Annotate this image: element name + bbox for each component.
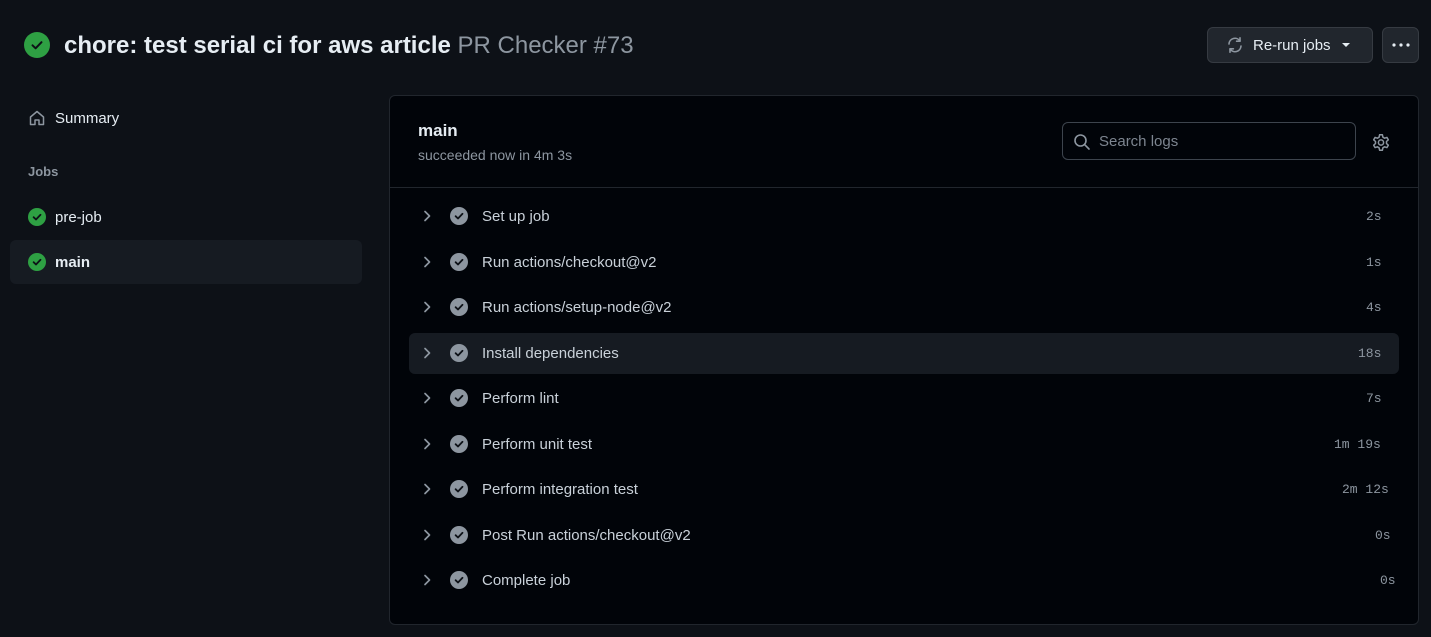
check-circle-icon (450, 389, 468, 407)
step-name: Post Run actions/checkout@v2 (482, 526, 691, 544)
check-circle-icon (28, 208, 46, 226)
step-list: Set up job 2s Run actions/checkout@v2 1s… (409, 196, 1399, 606)
step-name: Install dependencies (482, 344, 619, 362)
step-name: Perform unit test (482, 435, 593, 453)
chevron-right-icon (420, 573, 434, 587)
step-duration: 0s (1380, 573, 1396, 588)
chevron-right-icon (420, 528, 434, 542)
step-name: Perform lint (482, 390, 559, 407)
sidebar-item-pre-job[interactable]: pre-job (10, 195, 362, 239)
step-row[interactable]: Complete job 0s (409, 560, 1399, 601)
step-row[interactable]: Perform integration test 2m 12s (409, 469, 1399, 510)
search-logs-field[interactable] (1062, 122, 1356, 160)
run-success-icon (24, 32, 50, 58)
search-icon (1073, 133, 1091, 151)
step-duration: 4s (1366, 300, 1382, 315)
gear-icon (1371, 133, 1391, 153)
check-circle-icon (450, 480, 468, 498)
step-row[interactable]: Perform unit test 1m 19s (409, 424, 1399, 465)
rerun-jobs-button[interactable]: Re-run jobs (1207, 27, 1373, 63)
step-row[interactable]: Perform lint 7s (409, 378, 1399, 419)
check-circle-icon (450, 343, 468, 362)
step-duration: 1s (1366, 254, 1382, 270)
step-row[interactable]: Run actions/checkout@v2 1s (409, 242, 1399, 283)
chevron-right-icon (420, 391, 434, 405)
step-row[interactable]: Run actions/setup-node@v2 4s (409, 287, 1399, 328)
chevron-right-icon (420, 437, 434, 451)
step-name: Run actions/checkout@v2 (482, 253, 657, 271)
chevron-right-icon (420, 300, 434, 314)
sidebar-item-summary[interactable]: Summary (10, 96, 362, 140)
step-duration: 2m 12s (1342, 482, 1389, 497)
chevron-right-icon (420, 346, 434, 360)
sidebar-item-main[interactable]: main (10, 240, 362, 284)
step-name: Set up job (482, 208, 550, 225)
step-row[interactable]: Install dependencies 18s (409, 332, 1399, 374)
sync-icon (1226, 36, 1244, 54)
run-title: chore: test serial ci for aws article PR… (64, 32, 634, 60)
step-name: Perform integration test (482, 481, 638, 498)
check-circle-icon (450, 207, 468, 225)
sidebar-item-label: pre-job (55, 208, 102, 226)
run-title-text: chore: test serial ci for aws article (64, 32, 451, 59)
search-logs-input[interactable] (1099, 123, 1349, 159)
jobs-heading: Jobs (28, 164, 59, 179)
check-circle-icon (28, 253, 46, 271)
step-duration: 0s (1375, 527, 1391, 543)
chevron-right-icon (420, 482, 434, 496)
check-circle-icon (450, 571, 468, 589)
home-icon (28, 109, 46, 127)
kebab-icon (1391, 42, 1411, 48)
check-circle-icon (450, 525, 468, 544)
rerun-jobs-label: Re-run jobs (1253, 36, 1331, 54)
run-header: chore: test serial ci for aws article PR… (24, 27, 1419, 64)
step-name: Run actions/setup-node@v2 (482, 299, 672, 316)
sidebar-item-label: main (55, 253, 91, 271)
check-circle-icon (450, 252, 468, 271)
check-circle-icon (450, 434, 468, 453)
job-log-header: main succeeded now in 4m 3s (390, 96, 1418, 188)
step-duration: 7s (1366, 391, 1382, 406)
workflow-name: PR Checker #73 (457, 32, 634, 59)
check-circle-icon (450, 298, 468, 316)
log-settings-button[interactable] (1368, 130, 1394, 156)
job-status-text: succeeded now in 4m 3s (418, 147, 573, 163)
caret-down-icon (1340, 39, 1352, 51)
chevron-right-icon (420, 255, 434, 269)
chevron-right-icon (420, 209, 434, 223)
step-name: Complete job (482, 572, 571, 589)
step-duration: 18s (1358, 345, 1382, 361)
job-title: main (418, 121, 458, 140)
job-log-panel: main succeeded now in 4m 3s Search logs … (389, 95, 1419, 625)
step-row[interactable]: Post Run actions/checkout@v2 0s (409, 515, 1399, 556)
step-duration: 2s (1366, 209, 1382, 224)
step-row[interactable]: Set up job 2s (409, 196, 1399, 237)
workflow-run-page: chore: test serial ci for aws article PR… (0, 0, 1431, 637)
sidebar-item-label: Summary (55, 109, 120, 127)
step-duration: 1m 19s (1334, 436, 1381, 452)
more-actions-button[interactable] (1382, 27, 1419, 63)
